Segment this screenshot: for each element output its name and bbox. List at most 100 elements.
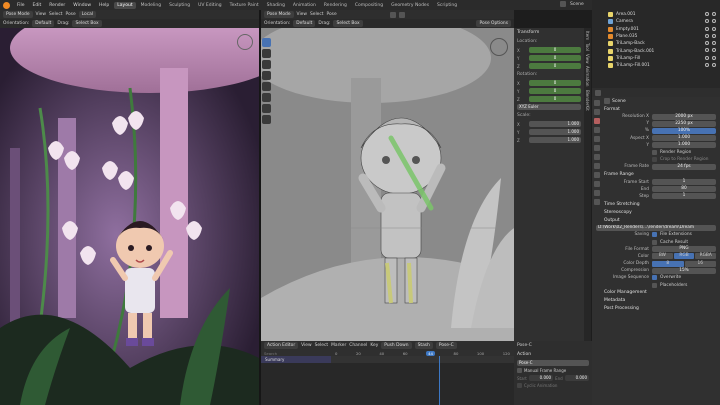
tab-view[interactable]: View	[585, 54, 590, 64]
rotate-tool-icon[interactable]	[262, 71, 271, 80]
action-select[interactable]: Pose-C	[435, 342, 457, 349]
tab-tool[interactable]: Tool	[585, 43, 590, 51]
modifier-tab-icon[interactable]	[594, 163, 600, 169]
shading-solid-icon[interactable]	[389, 11, 396, 18]
aspect-x-field[interactable]: Aspect X 1.000	[592, 135, 720, 142]
loc-y-row[interactable]: Y0	[514, 54, 584, 62]
frame-rate-select[interactable]: Frame Rate 24 fps	[592, 163, 720, 170]
post-processing-header[interactable]: Post Processing	[592, 305, 720, 313]
tab-rendering[interactable]: Rendering	[321, 2, 350, 9]
action-menu-view[interactable]: View	[301, 343, 311, 348]
time-stretching-header[interactable]: Time Stretching	[592, 200, 720, 208]
mode-select[interactable]: Pose Mode	[264, 11, 294, 18]
measure-tool-icon[interactable]	[262, 115, 271, 124]
tab-geometry-nodes[interactable]: Geometry Nodes	[388, 2, 432, 9]
render-region-toggle[interactable]: Render Region	[592, 149, 720, 156]
physics-tab-icon[interactable]	[594, 172, 600, 178]
manual-frame-range-toggle[interactable]: Manual Frame Range	[514, 367, 592, 374]
frame-end-field[interactable]: End 80	[592, 186, 720, 193]
transform-tool-icon[interactable]	[262, 93, 271, 102]
tab-item[interactable]: Item	[585, 31, 590, 40]
tab-layout[interactable]: Layout	[114, 1, 136, 9]
rot-x-row[interactable]: X0	[514, 79, 584, 87]
action-editor[interactable]: Action Editor View Select Marker Channel…	[261, 341, 514, 405]
menu-edit[interactable]: Edit	[30, 3, 45, 8]
summary-channel[interactable]: Summary	[261, 356, 331, 363]
format-panel-header[interactable]: Format	[592, 105, 720, 113]
blender-logo-icon[interactable]	[3, 1, 10, 9]
action-name-field[interactable]: Pose-C	[514, 359, 592, 367]
overlay-icon[interactable]	[398, 11, 405, 18]
properties-search-row[interactable]	[592, 88, 720, 97]
left-orientation-select[interactable]: Default	[32, 20, 55, 27]
action-panel-title[interactable]: Action	[514, 350, 592, 359]
color-mode-select[interactable]: Color BW RGB RGBA	[592, 253, 720, 260]
frame-start-field[interactable]: Frame Start 1	[592, 179, 720, 186]
action-range-fields[interactable]: Start 0.000 End 0.000	[514, 374, 592, 382]
render-tab-icon[interactable]	[594, 109, 600, 115]
output-tab-icon[interactable]	[594, 118, 600, 124]
world-tab-icon[interactable]	[594, 145, 600, 151]
res-pct-field[interactable]: % 100%	[592, 127, 720, 134]
action-menu-marker[interactable]: Marker	[331, 343, 346, 348]
menu-select[interactable]: Select	[310, 12, 324, 17]
object-tab-icon[interactable]	[594, 154, 600, 160]
left-menu-view[interactable]: View	[36, 12, 46, 17]
tab-scripting[interactable]: Scripting	[434, 2, 460, 9]
tool-tab-icon[interactable]	[594, 100, 600, 106]
loc-z-row[interactable]: Z0	[514, 62, 584, 70]
file-format-select[interactable]: File Format PNG	[592, 246, 720, 253]
color-management-header[interactable]: Color Management	[592, 289, 720, 297]
tab-blenderkit[interactable]: BlenderKit	[585, 90, 590, 111]
cache-result-toggle[interactable]: Cache Result	[592, 238, 720, 245]
left-drag-select[interactable]: Select Box	[72, 20, 102, 27]
menu-pose[interactable]: Pose	[327, 12, 337, 17]
outliner-row[interactable]: TriLamp-Back.001	[592, 47, 720, 54]
frame-range-header[interactable]: Frame Range	[592, 171, 720, 179]
navigation-gizmo-icon[interactable]	[490, 38, 508, 56]
menu-render[interactable]: Render	[46, 3, 68, 8]
current-frame[interactable]: 44	[426, 350, 435, 356]
loc-x-row[interactable]: X0	[514, 46, 584, 54]
res-y-field[interactable]: Y 2250 px	[592, 120, 720, 127]
annotate-tool-icon[interactable]	[262, 104, 271, 113]
menu-file[interactable]: File	[14, 3, 28, 8]
3d-viewport[interactable]: Pose Mode View Select Pose Orientation: …	[261, 10, 514, 341]
tab-animation-side[interactable]: Animation	[585, 66, 590, 86]
tab-texture-paint[interactable]: Texture Paint	[227, 2, 262, 9]
scene-tab-icon[interactable]	[594, 136, 600, 142]
rotation-mode-row[interactable]: XYZ Euler	[514, 103, 584, 111]
rot-y-row[interactable]: Y0	[514, 87, 584, 95]
tab-uv-editing[interactable]: UV Editing	[195, 2, 224, 9]
scene-selector[interactable]: Scene	[560, 1, 584, 7]
push-down-button[interactable]: Push Down	[381, 342, 412, 349]
overwrite-toggle[interactable]: Image Sequence Overwrite	[592, 274, 720, 281]
orientation-select[interactable]: Default	[293, 20, 316, 27]
frame-step-field[interactable]: Step 1	[592, 193, 720, 200]
pose-options-button[interactable]: Pose Options	[476, 20, 511, 27]
outliner-row[interactable]: Plane.035	[592, 33, 720, 40]
tab-modeling[interactable]: Modeling	[138, 2, 164, 9]
output-header[interactable]: Output	[592, 216, 720, 224]
left-mode-select[interactable]: Pose Mode	[3, 11, 33, 18]
tab-compositing[interactable]: Compositing	[352, 2, 386, 9]
tab-shading[interactable]: Shading	[264, 2, 288, 9]
crop-toggle[interactable]: Crop to Render Region	[592, 156, 720, 163]
metadata-header[interactable]: Metadata	[592, 297, 720, 305]
scale-tool-icon[interactable]	[262, 82, 271, 91]
bone-tab-icon[interactable]	[594, 199, 600, 205]
outliner-row[interactable]: Camera	[592, 18, 720, 25]
file-extensions-toggle[interactable]: Saving File Extensions	[592, 231, 720, 238]
outliner-row[interactable]: Empty.001	[592, 26, 720, 33]
output-path-field[interactable]: D:\Work\02_Renders\...\render\dream\Drea…	[592, 224, 720, 231]
color-depth-select[interactable]: Color Depth 8 16	[592, 260, 720, 267]
left-menu-pose[interactable]: Pose	[66, 12, 76, 17]
action-menu-select[interactable]: Select	[315, 343, 329, 348]
view-layer-tab-icon[interactable]	[594, 127, 600, 133]
transform-header[interactable]: Transform	[514, 28, 584, 37]
dopesheet-region[interactable]: 0 20 40 60 44 80 100 120	[331, 350, 514, 363]
playhead-line[interactable]	[439, 356, 440, 405]
data-tab-icon[interactable]	[594, 190, 600, 196]
outliner-row[interactable]: Area.001	[592, 11, 720, 18]
outliner-row[interactable]: TriLamp-Back	[592, 40, 720, 47]
